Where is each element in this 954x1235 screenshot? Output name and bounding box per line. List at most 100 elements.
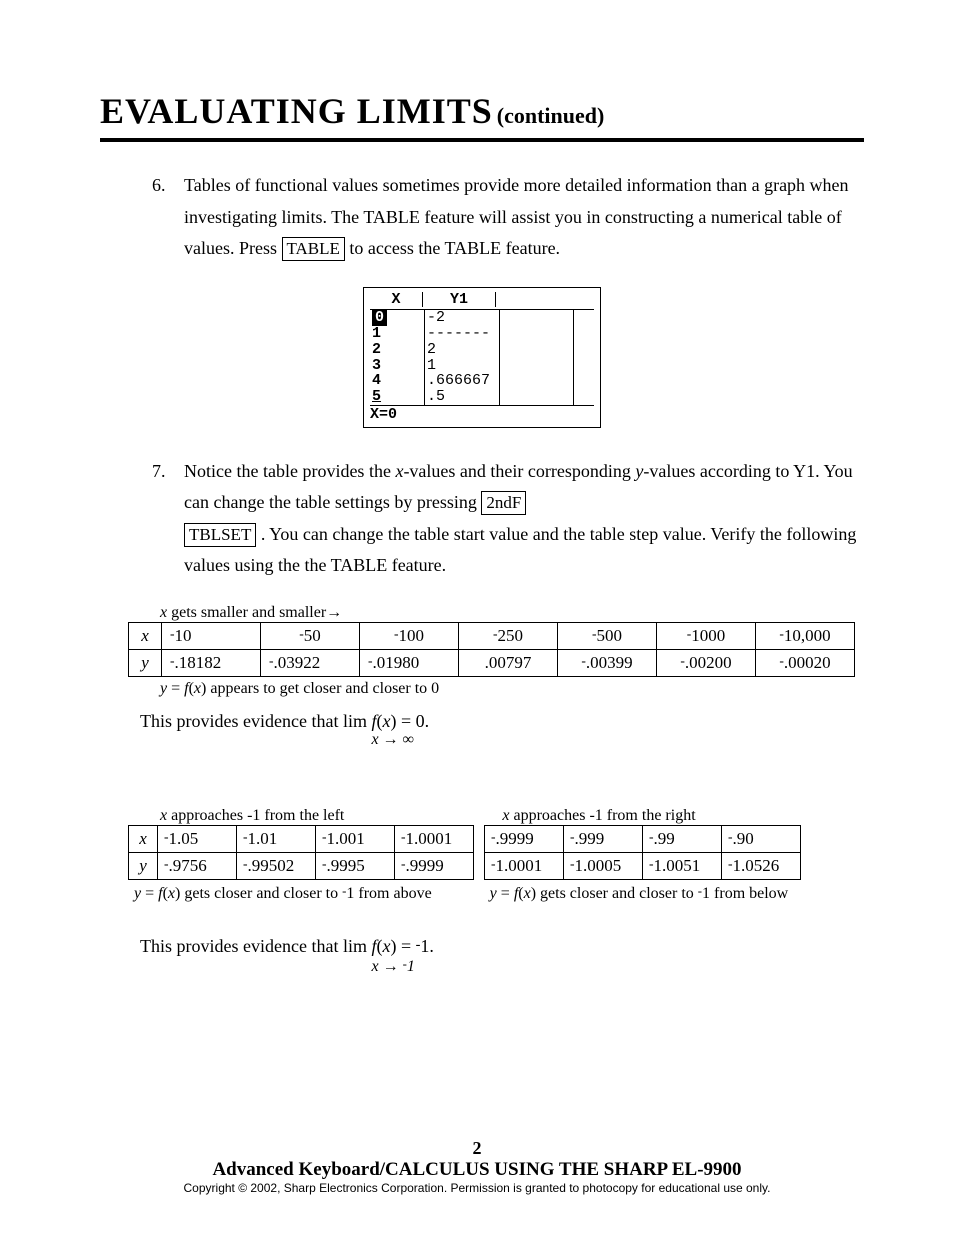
cell: .9999 <box>496 829 534 848</box>
calc-hdr-x: X <box>370 292 423 308</box>
calc-hdr-y: Y1 <box>423 292 496 308</box>
calc-row: 2 2 <box>370 342 594 358</box>
key-2ndf: 2ndF <box>481 491 526 515</box>
cell: 1.0051 <box>654 856 701 875</box>
calc-x1: 1 <box>370 326 425 342</box>
calc-x3: 3 <box>370 358 425 374</box>
key-table: TABLE <box>282 237 345 261</box>
cell: .01980 <box>373 653 420 672</box>
row-label: x <box>129 825 158 852</box>
page: EVALUATING LIMITS (continued) 6. Tables … <box>0 0 954 975</box>
cell: 10 <box>175 626 192 645</box>
cell: .00020 <box>784 653 831 672</box>
page-title-main: EVALUATING LIMITS <box>100 91 493 131</box>
cell: .99502 <box>248 856 295 875</box>
table-row: -.9999 -.999 -.99 -.90 <box>485 825 801 852</box>
text: to access the TABLE feature. <box>349 238 560 258</box>
cell: 1.01 <box>248 829 278 848</box>
cell: 50 <box>304 626 321 645</box>
cell: 1.0005 <box>575 856 622 875</box>
cell: .999 <box>575 829 605 848</box>
cell: 1000 <box>691 626 725 645</box>
text: -values and their corresponding <box>403 461 635 481</box>
calc-x5: 5 <box>370 389 425 405</box>
table2-captions: x approaches -1 from the left x approach… <box>160 807 864 825</box>
calc-row: 1 ------- <box>370 326 594 342</box>
calc-hdr-blank <box>496 292 594 308</box>
item-number: 6. <box>152 170 184 265</box>
list-item-7: 7. Notice the table provides the x-value… <box>152 456 864 582</box>
item-body: Notice the table provides the x-values a… <box>184 456 864 582</box>
cell: .00399 <box>586 653 633 672</box>
calc-row: 4 .666667 <box>370 373 594 389</box>
item-number: 7. <box>152 456 184 582</box>
item-body: Tables of functional values sometimes pr… <box>184 170 864 265</box>
table2-right-note: y = f(x) gets closer and closer to -1 fr… <box>490 884 789 903</box>
evidence-text: This provides evidence that lim <box>140 936 371 956</box>
table2-left-note: y = f(x) gets closer and closer to -1 fr… <box>134 884 432 903</box>
calc-y2: 2 <box>425 342 500 358</box>
calc-y3: 1 <box>425 358 500 374</box>
table-row: y -.18182 -.03922 -.01980 .00797 -.00399… <box>129 649 855 676</box>
cell: 1.0526 <box>733 856 780 875</box>
calc-x4: 4 <box>370 373 425 389</box>
cell: .99 <box>654 829 675 848</box>
calc-y1: ------- <box>425 326 500 342</box>
cell: 1.001 <box>327 829 365 848</box>
calc-row: 0 -2 <box>370 310 594 326</box>
text: . You can change the table start value a… <box>184 524 856 576</box>
evidence-text: This provides evidence that lim <box>140 711 371 731</box>
calculator-screenshot: X Y1 0 -2 1 ------- 2 2 3 1 4 .666667 <box>363 287 601 428</box>
table2-right-caption: x approaches -1 from the right <box>502 807 695 825</box>
footer-title: Advanced Keyboard/CALCULUS USING THE SHA… <box>0 1159 954 1181</box>
table-2-right: -.9999 -.999 -.99 -.90 -1.0001 -1.0005 -… <box>484 825 801 880</box>
cell: 100 <box>399 626 425 645</box>
cell: .9999 <box>406 856 444 875</box>
calc-y4: .666667 <box>425 373 500 389</box>
table-2-wrap: x -1.05 -1.01 -1.001 -1.0001 y -.9756 -.… <box>128 825 864 880</box>
cell: .18182 <box>175 653 222 672</box>
list-item-6: 6. Tables of functional values sometimes… <box>152 170 864 265</box>
calc-x0: 0 <box>372 310 387 326</box>
row-label: y <box>129 852 158 879</box>
lim-under: x → ∞ <box>371 731 429 749</box>
cell: 500 <box>597 626 623 645</box>
lim-under: x → -1 <box>371 957 433 976</box>
table-row: x -1.05 -1.01 -1.001 -1.0001 <box>129 825 474 852</box>
calc-header: X Y1 <box>370 292 594 311</box>
page-footer: 2 Advanced Keyboard/CALCULUS USING THE S… <box>0 1138 954 1195</box>
calc-row: 5 .5 <box>370 389 594 406</box>
calc-x2: 2 <box>370 342 425 358</box>
table-2-left: x -1.05 -1.01 -1.001 -1.0001 y -.9756 -.… <box>128 825 474 880</box>
footer-copyright: Copyright © 2002, Sharp Electronics Corp… <box>0 1181 954 1195</box>
cell: 1.0001 <box>496 856 543 875</box>
key-tblset: TBLSET <box>184 523 256 547</box>
title-bar: EVALUATING LIMITS (continued) <box>100 90 864 142</box>
text: Notice the table provides the <box>184 461 395 481</box>
table-row: y -.9756 -.99502 -.9995 -.9999 <box>129 852 474 879</box>
page-title-sub: (continued) <box>497 103 605 128</box>
table-row: -1.0001 -1.0005 -1.0051 -1.0526 <box>485 852 801 879</box>
footer-page-number: 2 <box>0 1138 954 1159</box>
row-label: y <box>129 649 162 676</box>
cell: 1.05 <box>169 829 199 848</box>
evidence-1: This provides evidence that lim f(x) = 0… <box>140 712 864 749</box>
cell: .9756 <box>169 856 207 875</box>
cell: .03922 <box>274 653 321 672</box>
table1-note: y = f(x) y = f(x) appears to get closer … <box>160 680 864 698</box>
cell: .00200 <box>685 653 732 672</box>
evidence-2: This provides evidence that lim f(x) = -… <box>140 937 864 975</box>
cell: 10,000 <box>784 626 831 645</box>
table1-caption: x x gets smaller and smaller→gets smalle… <box>160 604 864 622</box>
cell: .90 <box>733 829 754 848</box>
calc-footer: X=0 <box>370 406 594 423</box>
table2-left-caption: x approaches -1 from the left <box>160 807 344 825</box>
table-row: x -10 -50 -100 -250 -500 -1000 -10,000 <box>129 622 855 649</box>
cell: .00797 <box>485 653 532 672</box>
table2-notes: y = f(x) gets closer and closer to -1 fr… <box>134 884 864 903</box>
cell: .9995 <box>327 856 365 875</box>
cell: 250 <box>498 626 524 645</box>
calc-y0: -2 <box>425 310 500 326</box>
calc-row: 3 1 <box>370 358 594 374</box>
table-1: x -10 -50 -100 -250 -500 -1000 -10,000 y… <box>128 622 855 677</box>
